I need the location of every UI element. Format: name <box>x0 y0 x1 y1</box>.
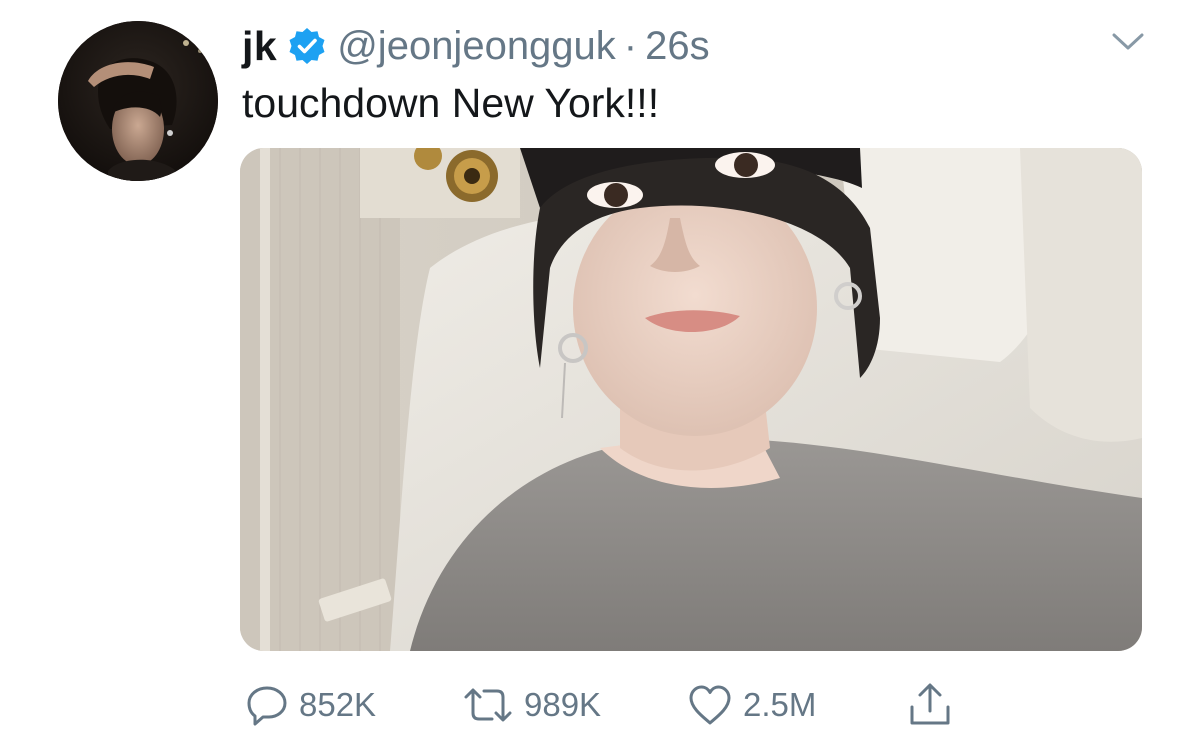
separator-dot: · <box>623 23 638 68</box>
tweet-action-bar: 852K 989K 2.5M <box>0 675 1200 735</box>
reply-button[interactable]: 852K <box>245 675 376 735</box>
like-button[interactable]: 2.5M <box>687 675 816 735</box>
timestamp[interactable]: 26s <box>645 24 710 69</box>
retweet-icon <box>462 683 514 727</box>
retweet-count: 989K <box>524 686 602 723</box>
like-count: 2.5M <box>743 686 817 723</box>
heart-icon <box>687 683 733 727</box>
profile-avatar[interactable] <box>58 21 218 181</box>
retweet-button[interactable]: 989K <box>462 675 601 735</box>
reply-bubble-icon <box>245 683 289 727</box>
tweet-card[interactable]: jk @jeonjeongguk · 26s touchdown New Yor… <box>0 0 1200 748</box>
tweet-text: touchdown New York!!! <box>242 80 660 126</box>
chevron-down-icon[interactable] <box>1108 28 1148 56</box>
share-upload-icon <box>906 681 954 729</box>
verified-badge-icon <box>287 26 327 66</box>
display-name[interactable]: jk <box>242 23 277 70</box>
tweet-header: jk @jeonjeongguk · 26s <box>242 18 710 74</box>
reply-count: 852K <box>299 686 377 723</box>
tweet-photo[interactable] <box>240 148 1142 651</box>
user-handle[interactable]: @jeonjeongguk <box>337 24 616 69</box>
share-button[interactable] <box>906 675 954 735</box>
